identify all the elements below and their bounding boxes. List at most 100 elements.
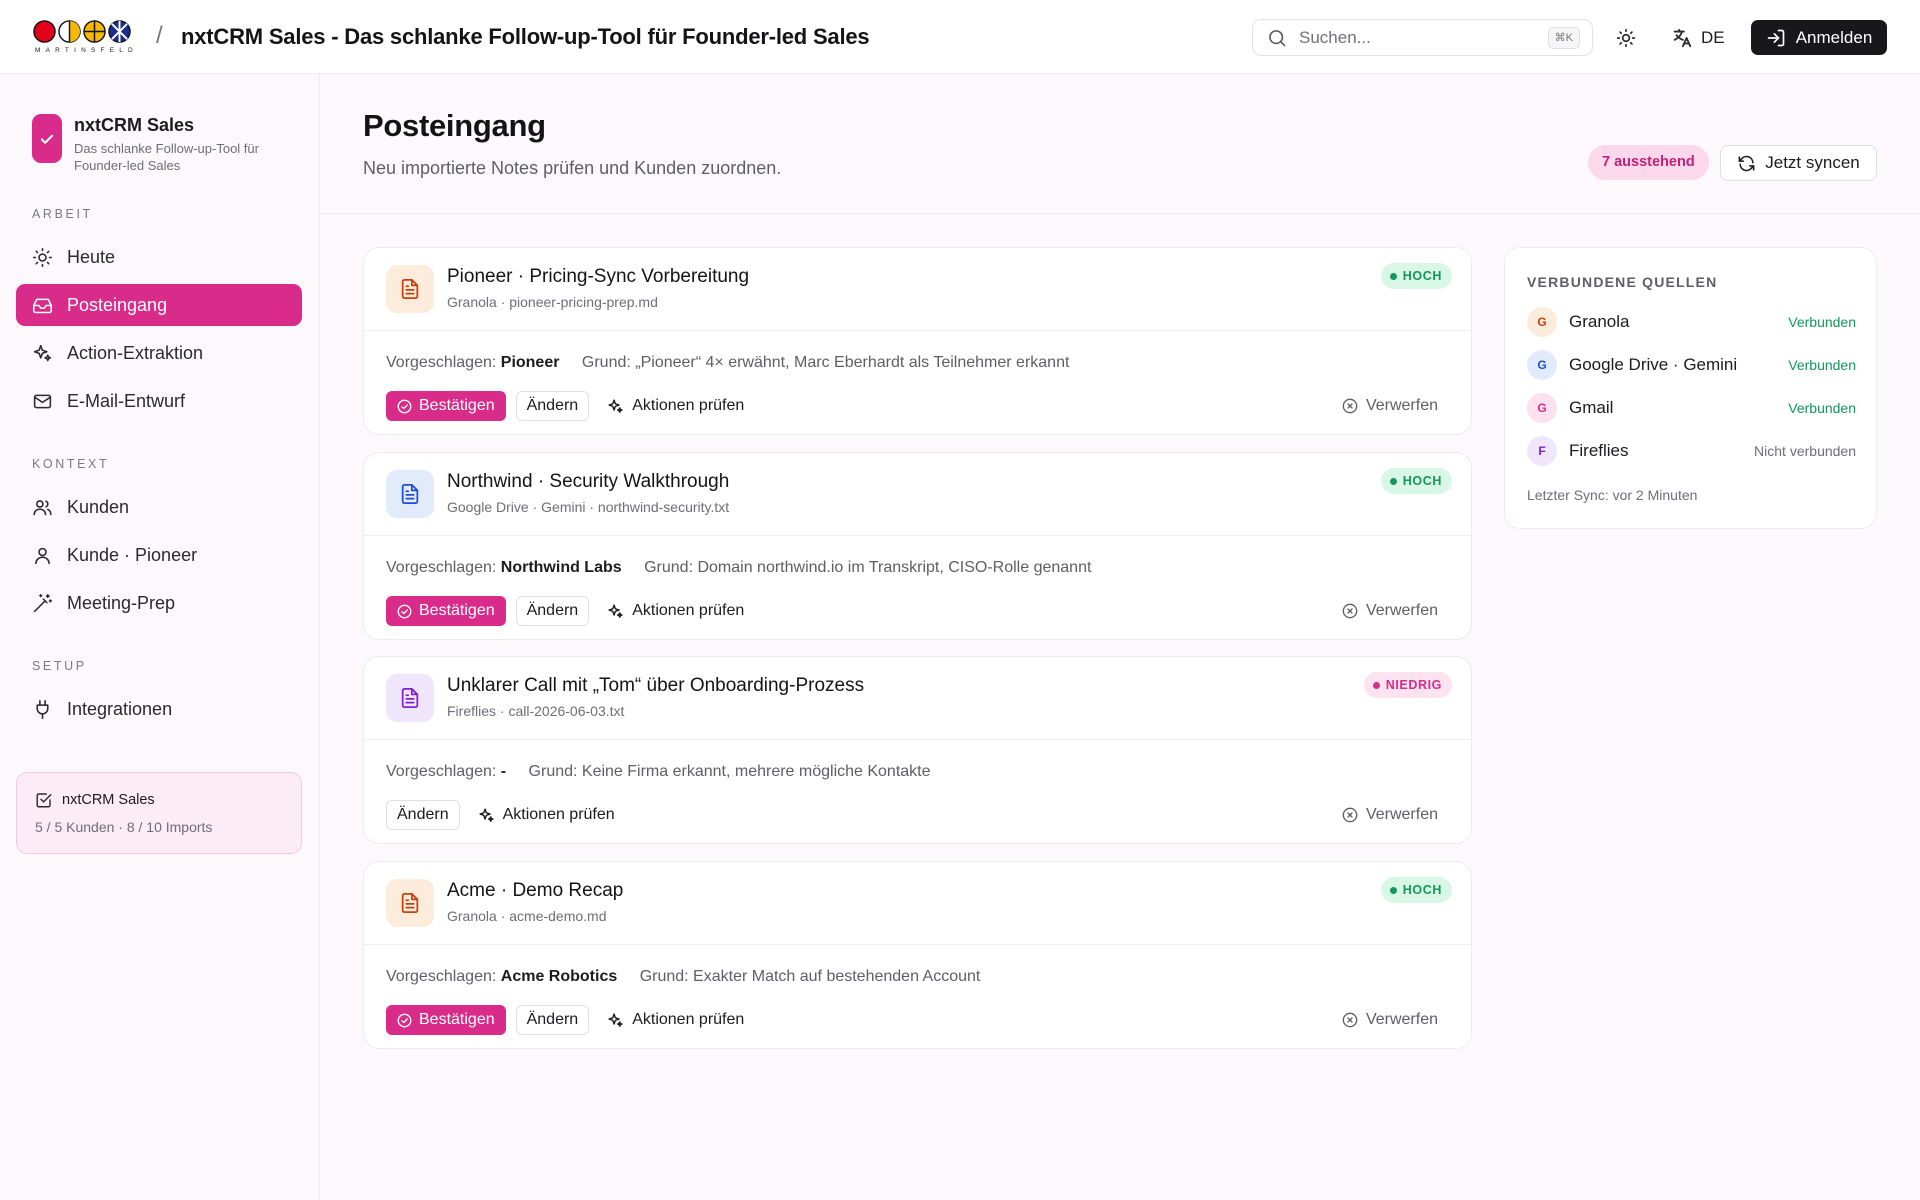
source-row[interactable]: G Granola Verbunden <box>1527 306 1856 338</box>
card-title[interactable]: Pioneer · Pricing-Sync Vorbereitung <box>447 266 749 288</box>
sparkles-icon <box>33 344 52 361</box>
language-label: DE <box>1701 28 1725 47</box>
nav-item-kunde-pioneer[interactable]: Kunde · Pioneer <box>16 534 302 576</box>
main-content: Posteingang Neu importierte Notes prüfen… <box>321 74 1920 1200</box>
suggestion-reason: Grund: Exakter Match auf bestehenden Acc… <box>639 968 981 985</box>
nav-item-meeting-prep[interactable]: Meeting-Prep <box>16 582 302 624</box>
martinsfeld-logo[interactable]: MARTINSFELD <box>33 20 139 60</box>
priority-label: HOCH <box>1402 269 1442 283</box>
translate-icon <box>1673 28 1692 48</box>
suggested-customer: Pioneer <box>500 354 560 371</box>
top-bar: MARTINSFELD / nxtCRM Sales - Das schlank… <box>0 0 1920 74</box>
priority-badge: HOCH <box>1380 877 1452 903</box>
source-avatar: G <box>1527 393 1557 423</box>
source-avatar: F <box>1527 436 1557 466</box>
review-actions-button[interactable]: Aktionen prüfen <box>599 596 752 626</box>
change-button[interactable]: Ändern <box>386 800 460 830</box>
card-header: Acme · Demo Recap Granola · acme-demo.md… <box>364 862 1471 945</box>
breadcrumb-separator: / <box>156 22 163 49</box>
discard-button[interactable]: Verwerfen <box>1342 800 1438 830</box>
card-actions: Bestätigen Ändern Aktionen prüfen <box>386 1005 752 1035</box>
check-circle-icon <box>397 399 412 413</box>
change-button[interactable]: Ändern <box>515 1005 590 1035</box>
review-actions-button[interactable]: Aktionen prüfen <box>599 1005 752 1035</box>
source-row[interactable]: G Gmail Verbunden <box>1527 392 1856 424</box>
priority-dot-icon <box>1389 272 1397 280</box>
source-name: Granola <box>1569 312 1630 331</box>
nav-item-action-extraktion[interactable]: Action-Extraktion <box>16 332 302 374</box>
page-title: Posteingang <box>363 108 546 143</box>
nav-item-label: Posteingang <box>67 294 168 315</box>
card-source-meta: Google Drive · Gemini · northwind-securi… <box>447 499 730 515</box>
card-title[interactable]: Unklarer Call mit „Tom“ über Onboarding-… <box>447 675 864 697</box>
source-row[interactable]: F Fireflies Nicht verbunden <box>1527 435 1856 467</box>
sparkles-icon <box>479 807 494 822</box>
plan-usage-card[interactable]: nxtCRM Sales 5 / 5 Kunden · 8 / 10 Impor… <box>16 772 302 854</box>
page-header: Posteingang Neu importierte Notes prüfen… <box>321 74 1920 214</box>
change-button[interactable]: Ändern <box>515 596 590 626</box>
search-input[interactable]: Suchen... ⌘K <box>1252 19 1593 56</box>
nav-item-label: Meeting-Prep <box>67 592 176 613</box>
card-source-meta: Fireflies · call-2026-06-03.txt <box>447 703 625 719</box>
priority-badge: NIEDRIG <box>1363 672 1452 698</box>
inbox-card[interactable]: Northwind · Security Walkthrough Google … <box>363 452 1472 640</box>
check-circle-icon <box>397 1013 412 1027</box>
nav-item-kunden[interactable]: Kunden <box>16 486 302 528</box>
theme-toggle-button[interactable] <box>1612 24 1640 52</box>
app-title[interactable]: nxtCRM Sales - Das schlanke Follow-up-To… <box>181 24 870 50</box>
nav-item-posteingang[interactable]: Posteingang <box>16 284 302 326</box>
login-icon <box>1767 29 1785 46</box>
file-text-icon <box>386 879 434 927</box>
card-title[interactable]: Acme · Demo Recap <box>447 880 623 902</box>
inbox-icon <box>32 298 53 313</box>
priority-dot-icon <box>1389 886 1397 894</box>
confirm-button[interactable]: Bestätigen <box>386 596 506 626</box>
confirm-button[interactable]: Bestätigen <box>386 391 506 421</box>
nav-item-label: Heute <box>67 246 116 267</box>
sync-now-button[interactable]: Jetzt syncen <box>1720 145 1877 181</box>
inbox-card[interactable]: Unklarer Call mit „Tom“ über Onboarding-… <box>363 656 1472 844</box>
nav-item-integrationen[interactable]: Integrationen <box>16 688 302 730</box>
card-title[interactable]: Northwind · Security Walkthrough <box>447 471 729 493</box>
confirm-button[interactable]: Bestätigen <box>386 1005 506 1035</box>
change-button[interactable]: Ändern <box>515 391 590 421</box>
language-switcher[interactable]: DE <box>1671 24 1725 52</box>
brand-name: nxtCRM Sales <box>74 115 195 135</box>
discard-label: Verwerfen <box>1365 397 1438 414</box>
priority-dot-icon <box>1372 681 1380 689</box>
review-actions-button[interactable]: Aktionen prüfen <box>599 391 752 421</box>
connected-sources-panel: VERBUNDENE QUELLEN G Granola Verbunden G… <box>1504 247 1877 529</box>
priority-badge: HOCH <box>1380 263 1452 289</box>
review-actions-label: Aktionen prüfen <box>632 602 745 619</box>
source-status: Verbunden <box>1788 400 1856 416</box>
sparkles-icon <box>608 1012 623 1027</box>
search-shortcut: ⌘K <box>1547 27 1580 49</box>
source-row[interactable]: G Google Drive · Gemini Verbunden <box>1527 349 1856 381</box>
suggested-customer: Acme Robotics <box>500 968 618 985</box>
sparkles-icon <box>608 398 623 413</box>
login-label: Anmelden <box>1795 27 1873 47</box>
review-actions-label: Aktionen prüfen <box>632 397 745 414</box>
suggested-label: Vorgeschlagen: <box>386 354 497 371</box>
source-name: Google Drive · Gemini <box>1569 355 1738 374</box>
login-button[interactable]: Anmelden <box>1751 20 1887 55</box>
confirm-label: Bestätigen <box>419 1011 495 1028</box>
discard-button[interactable]: Verwerfen <box>1342 391 1438 421</box>
nav-item-label: E-Mail-Entwurf <box>67 390 186 411</box>
file-text-icon <box>386 674 434 722</box>
nav-item-heute[interactable]: Heute <box>16 236 302 278</box>
nav-item-email-entwurf[interactable]: E-Mail-Entwurf <box>16 380 302 422</box>
card-actions: Ändern Aktionen prüfen <box>386 800 623 830</box>
x-circle-icon <box>1342 398 1358 414</box>
review-actions-button[interactable]: Aktionen prüfen <box>470 800 623 830</box>
card-actions: Bestätigen Ändern Aktionen prüfen <box>386 596 752 626</box>
inbox-card[interactable]: Pioneer · Pricing-Sync Vorbereitung Gran… <box>363 247 1472 435</box>
discard-button[interactable]: Verwerfen <box>1342 596 1438 626</box>
inbox-card[interactable]: Acme · Demo Recap Granola · acme-demo.md… <box>363 861 1472 1049</box>
nav-item-label: Action-Extraktion <box>67 342 204 363</box>
confirm-label: Bestätigen <box>419 397 495 414</box>
suggestion-reason: Grund: „Pioneer“ 4× erwähnt, Marc Eberha… <box>581 354 1070 371</box>
discard-button[interactable]: Verwerfen <box>1342 1005 1438 1035</box>
brand-block[interactable]: nxtCRM Sales Das schlanke Follow-up-Tool… <box>32 114 299 174</box>
suggested-label: Vorgeschlagen: <box>386 763 497 780</box>
